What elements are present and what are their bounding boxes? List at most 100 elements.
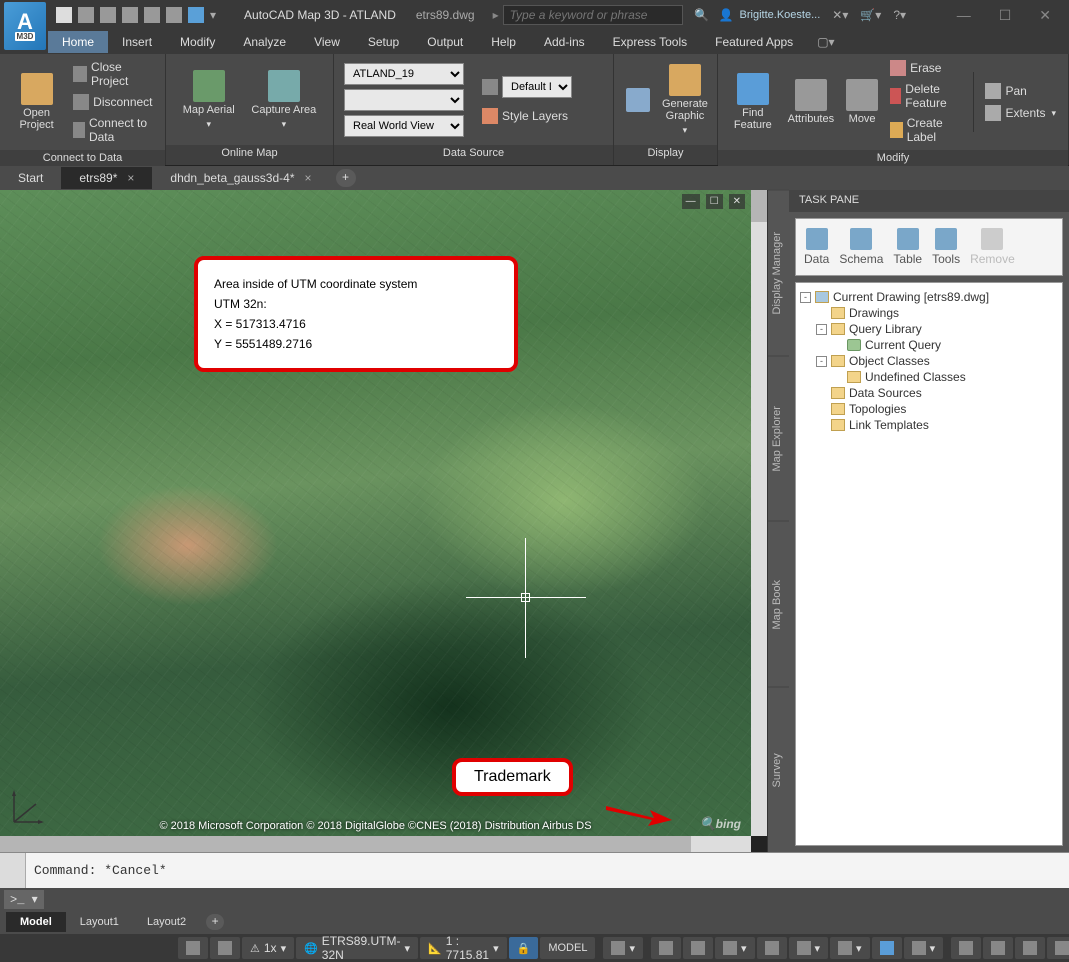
tree-node[interactable]: -Object Classes — [800, 353, 1058, 369]
close-tab-icon[interactable]: × — [305, 171, 312, 185]
vp-max-icon[interactable]: ☐ — [706, 194, 723, 209]
connect-to-data-button[interactable]: Connect to Data — [69, 114, 157, 146]
data-source-select[interactable]: ATLAND_19 — [344, 63, 464, 85]
menu-tab-help[interactable]: Help — [477, 31, 530, 53]
cart-icon[interactable]: 🛒▾ — [860, 8, 881, 22]
move-button[interactable]: Move — [842, 75, 882, 129]
model-space-button[interactable]: MODEL — [540, 937, 595, 959]
menu-tab-add-ins[interactable]: Add-ins — [530, 31, 599, 53]
grid-toggle[interactable] — [178, 937, 208, 959]
sb-btn[interactable]: ▾ — [904, 937, 944, 959]
sb-btn[interactable] — [757, 937, 787, 959]
tree-node[interactable]: Current Query — [800, 337, 1058, 353]
ribbon-more-icon[interactable]: ▢▾ — [817, 35, 834, 49]
taskpane-tool-tools[interactable]: Tools — [932, 228, 960, 266]
layer-select[interactable] — [344, 89, 464, 111]
close-project-button[interactable]: Close Project — [69, 58, 157, 90]
app-logo[interactable]: AM3D — [4, 2, 46, 50]
generate-graphic-button[interactable]: Generate Graphic▾ — [658, 60, 712, 140]
drawing-canvas[interactable]: — ☐ ✕ Area inside of UTM coordinate syst… — [0, 190, 767, 852]
menu-tab-home[interactable]: Home — [48, 31, 108, 53]
tree-node[interactable]: -Query Library — [800, 321, 1058, 337]
style-layers-button[interactable]: Style Layers — [478, 106, 576, 126]
command-prompt-icon[interactable] — [0, 853, 26, 888]
close-button[interactable]: ✕ — [1039, 7, 1051, 24]
v-scrollbar[interactable] — [751, 190, 767, 836]
vp-min-icon[interactable]: — — [682, 194, 700, 209]
new-icon[interactable] — [56, 7, 72, 23]
open-project-button[interactable]: Open Project — [8, 69, 65, 135]
layout-tab[interactable]: Layout2 — [133, 912, 200, 932]
disconnect-button[interactable]: Disconnect — [69, 92, 157, 112]
minimize-button[interactable]: — — [957, 7, 971, 24]
coord-system[interactable]: 🌐 ETRS89.UTM-32N ▾ — [296, 937, 418, 959]
sb-btn[interactable] — [1047, 937, 1069, 959]
save-icon[interactable] — [100, 7, 116, 23]
scale[interactable]: 📐 1 : 7715.81 ▾ — [420, 937, 507, 959]
command-flyout-icon[interactable]: >_ ▾ — [4, 890, 44, 909]
taskpane-tool-table[interactable]: Table — [893, 228, 922, 266]
menu-tab-featured-apps[interactable]: Featured Apps — [701, 31, 807, 53]
sb-btn[interactable] — [872, 937, 902, 959]
vp-close-icon[interactable]: ✕ — [729, 194, 745, 209]
add-layout-button[interactable]: + — [206, 914, 224, 930]
extents-button[interactable]: Extents▾ — [981, 103, 1060, 123]
new-tab-button[interactable]: + — [336, 169, 356, 187]
undo-icon[interactable] — [144, 7, 160, 23]
map-aerial-button[interactable]: Map Aerial▾ — [179, 66, 239, 134]
sb-btn[interactable] — [951, 937, 981, 959]
user-icon[interactable]: 👤 — [719, 8, 734, 22]
taskpane-tool-schema[interactable]: Schema — [839, 228, 883, 266]
default-display-button[interactable]: Default D — [478, 74, 576, 100]
menu-tab-view[interactable]: View — [300, 31, 354, 53]
side-tab[interactable]: Map Explorer — [768, 356, 789, 522]
side-tab[interactable]: Display Manager — [768, 190, 789, 356]
tree-node[interactable]: Link Templates — [800, 417, 1058, 433]
pan-button[interactable]: Pan — [981, 81, 1060, 101]
snap-toggle[interactable] — [210, 937, 240, 959]
taskpane-tool-data[interactable]: Data — [804, 228, 829, 266]
sb-btn[interactable]: ▾ — [789, 937, 829, 959]
sb-btn[interactable]: ▾ — [603, 937, 643, 959]
menu-tab-setup[interactable]: Setup — [354, 31, 413, 53]
reorder-button[interactable] — [622, 84, 654, 116]
layout-tab[interactable]: Model — [6, 912, 66, 932]
anno-scale[interactable]: ⚠ 1x ▾ — [242, 937, 294, 959]
sb-btn[interactable]: ▾ — [715, 937, 755, 959]
menu-tab-express-tools[interactable]: Express Tools — [599, 31, 701, 53]
side-tab[interactable]: Survey — [768, 687, 789, 853]
doc-tab[interactable]: dhdn_beta_gauss3d-4*× — [152, 167, 329, 189]
view-select[interactable]: Real World View — [344, 115, 464, 137]
erase-button[interactable]: Erase — [886, 58, 965, 78]
doc-tab[interactable]: Start — [0, 167, 61, 189]
help-icon[interactable]: ?▾ — [893, 8, 906, 22]
sb-btn[interactable] — [683, 937, 713, 959]
menu-tab-analyze[interactable]: Analyze — [229, 31, 300, 53]
tree-node[interactable]: Drawings — [800, 305, 1058, 321]
layout-tab[interactable]: Layout1 — [66, 912, 133, 932]
redo-icon[interactable] — [166, 7, 182, 23]
command-line[interactable]: Command: *Cancel* — [0, 852, 1069, 888]
search-expand-icon[interactable]: ▸ — [489, 8, 503, 22]
keyword-search-input[interactable] — [503, 5, 683, 25]
find-feature-button[interactable]: Find Feature — [726, 69, 780, 135]
tree-node[interactable]: Data Sources — [800, 385, 1058, 401]
menu-tab-insert[interactable]: Insert — [108, 31, 166, 53]
maximize-button[interactable]: ☐ — [999, 7, 1012, 24]
qat-dropdown-icon[interactable]: ▾ — [210, 8, 216, 22]
exchange-icon[interactable]: ✕▾ — [832, 8, 848, 22]
autodesk-icon[interactable] — [188, 7, 204, 23]
h-scrollbar[interactable] — [0, 836, 751, 852]
user-name[interactable]: Brigitte.Koeste... — [740, 9, 821, 21]
close-tab-icon[interactable]: × — [127, 171, 134, 185]
saveas-icon[interactable] — [122, 7, 138, 23]
menu-tab-modify[interactable]: Modify — [166, 31, 229, 53]
attributes-button[interactable]: Attributes — [784, 75, 838, 129]
tree-node[interactable]: Undefined Classes — [800, 369, 1058, 385]
sb-btn[interactable]: ▾ — [830, 937, 870, 959]
sb-btn[interactable] — [983, 937, 1013, 959]
doc-tab[interactable]: etrs89*× — [61, 167, 152, 189]
side-tab[interactable]: Map Book — [768, 521, 789, 687]
open-icon[interactable] — [78, 7, 94, 23]
lock-toggle[interactable]: 🔒 — [509, 937, 539, 959]
